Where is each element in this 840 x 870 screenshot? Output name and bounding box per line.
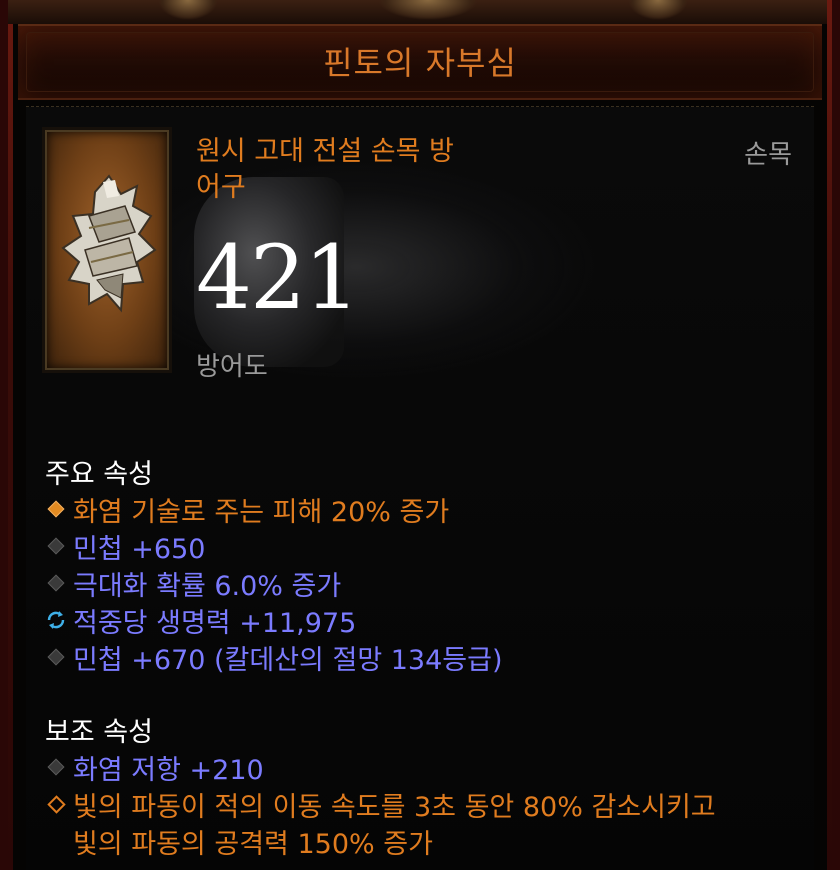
legendary-power-continuation: 빛의 파동의 공격력 150% 증가 bbox=[73, 829, 433, 860]
item-slot: 손목 bbox=[744, 140, 792, 170]
item-icon bbox=[45, 130, 169, 370]
affix-text: 극대화 확률 6.0% 증가 bbox=[73, 570, 342, 602]
armor-label: 방어도 bbox=[196, 352, 268, 382]
secondary-attributes-title: 보조 속성 bbox=[45, 717, 153, 748]
primary-affix: 극대화 확률 6.0% 증가 bbox=[45, 565, 342, 602]
gray-diamond-icon bbox=[45, 537, 73, 555]
affix-text: 민첩 +670 (칼데산의 절망 134등급) bbox=[73, 644, 503, 676]
primary-affix: 화염 기술로 주는 피해 20% 증가 bbox=[45, 491, 450, 528]
ornament-right bbox=[628, 0, 688, 20]
secondary-affix: 화염 저항 +210 bbox=[45, 749, 264, 786]
legendary-power-affix: 빛의 파동이 적의 이동 속도를 3초 동안 80% 감소시키고 bbox=[45, 786, 716, 823]
gray-diamond-icon bbox=[45, 648, 73, 666]
top-ornament bbox=[8, 0, 832, 24]
ornament-left bbox=[158, 0, 218, 20]
hollow-diamond-icon bbox=[45, 794, 73, 814]
orange-diamond-icon bbox=[45, 500, 73, 518]
affix-text: 민첩 +650 bbox=[73, 533, 206, 565]
item-tooltip: 핀토의 자부심 원시 고대 전설 손목 방 어구 손목 421 방어도 주요 속… bbox=[0, 0, 840, 870]
affix-text: 적중당 생명력 +11,975 bbox=[73, 607, 357, 639]
primary-attributes-title: 주요 속성 bbox=[45, 459, 153, 490]
bracer-icon bbox=[61, 174, 157, 313]
affix-text: 화염 저항 +210 bbox=[73, 754, 264, 786]
enchant-cycle-icon bbox=[45, 609, 73, 631]
primary-affix: 민첩 +650 bbox=[45, 528, 206, 565]
affix-text: 빛의 파동이 적의 이동 속도를 3초 동안 80% 감소시키고 bbox=[73, 791, 716, 823]
ornament-center bbox=[378, 0, 478, 20]
gray-diamond-icon bbox=[45, 574, 73, 592]
item-title: 핀토의 자부심 bbox=[323, 44, 517, 82]
item-type-line-1: 원시 고대 전설 손목 방 bbox=[196, 136, 454, 167]
affix-text: 화염 기술로 주는 피해 20% 증가 bbox=[73, 496, 450, 528]
primary-affix: 민첩 +670 (칼데산의 절망 134등급) bbox=[45, 639, 503, 676]
gray-diamond-icon bbox=[45, 758, 73, 776]
item-type-line-2: 어구 bbox=[196, 172, 246, 203]
primary-affix: 적중당 생명력 +11,975 bbox=[45, 602, 357, 639]
armor-value: 421 bbox=[196, 226, 360, 329]
